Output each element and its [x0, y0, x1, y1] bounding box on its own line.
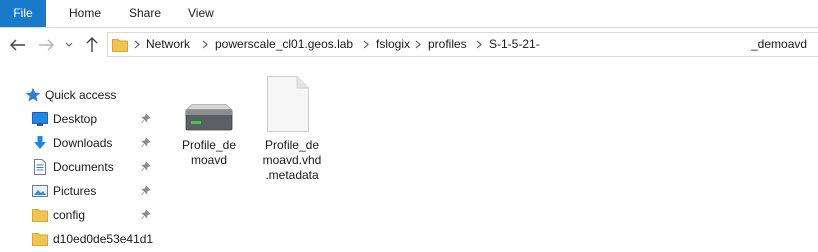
nav-item-documents[interactable]: Documents	[0, 155, 160, 179]
breadcrumb-fslogix[interactable]: fslogix	[376, 33, 410, 56]
chevron-right-icon	[134, 40, 140, 49]
documents-icon	[34, 159, 46, 175]
arrow-right-icon	[39, 39, 54, 51]
file-item-profile-vhd[interactable]: Profile_de moavd	[170, 76, 248, 186]
chevron-down-icon	[65, 42, 73, 47]
nav-item-label: config	[53, 208, 86, 222]
virtual-disk-icon	[184, 104, 234, 131]
folder-icon	[112, 39, 128, 52]
folder-icon	[32, 233, 48, 246]
nav-item-pictures[interactable]: Pictures	[0, 179, 160, 203]
chevron-right-icon	[202, 40, 208, 49]
ribbon-tab-bar: File Home Share View	[0, 0, 818, 28]
forward-button[interactable]	[36, 33, 56, 57]
nav-item-label: Desktop	[53, 112, 98, 126]
chevron-right-icon	[415, 40, 421, 49]
tab-view[interactable]: View	[188, 0, 214, 27]
file-name: Profile_de moavd.vhd .metadata	[262, 138, 322, 182]
address-bar[interactable]: Network powerscale_cl01.geos.lab fslogix…	[107, 32, 818, 57]
nav-item-label: Pictures	[53, 184, 97, 198]
pin-icon[interactable]	[141, 161, 151, 172]
tab-share[interactable]: Share	[129, 0, 161, 27]
up-button[interactable]	[82, 33, 102, 57]
file-name: Profile_de moavd	[181, 138, 237, 167]
tab-home[interactable]: Home	[69, 0, 101, 27]
breadcrumb-sid-suffix[interactable]: _demoavd	[751, 33, 807, 56]
chevron-right-icon	[476, 40, 482, 49]
recent-locations-button[interactable]	[62, 33, 76, 57]
breadcrumb-network[interactable]: Network	[146, 33, 190, 56]
nav-item-label: Downloads	[53, 136, 113, 150]
pin-icon[interactable]	[141, 137, 151, 148]
arrow-left-icon	[10, 39, 25, 51]
folder-icon	[32, 209, 48, 222]
blank-file-icon	[267, 76, 309, 132]
breadcrumb-profiles[interactable]: profiles	[428, 33, 467, 56]
nav-item-downloads[interactable]: Downloads	[0, 131, 160, 155]
nav-item-label: Documents	[53, 160, 114, 174]
nav-quick-access[interactable]: Quick access	[0, 83, 160, 107]
breadcrumb-sid-folder[interactable]: S-1-5-21-	[489, 33, 540, 56]
nav-item-label: d10ed0de53e41d1	[53, 232, 154, 246]
pin-icon[interactable]	[141, 113, 151, 124]
downloads-icon	[34, 136, 46, 149]
navigation-pane: Quick access Desktop Downloads Documents	[0, 65, 160, 252]
chevron-right-icon	[363, 40, 369, 49]
pin-icon[interactable]	[141, 209, 151, 220]
star-icon	[25, 87, 41, 102]
nav-item-desktop[interactable]: Desktop	[0, 107, 160, 131]
address-row: Network powerscale_cl01.geos.lab fslogix…	[0, 27, 818, 65]
nav-item-config[interactable]: config	[0, 203, 160, 227]
pictures-icon	[32, 185, 48, 197]
desktop-icon	[32, 112, 48, 126]
back-button[interactable]	[6, 33, 30, 57]
tab-file[interactable]: File	[0, 0, 46, 27]
quick-access-label: Quick access	[45, 88, 117, 102]
arrow-up-icon	[86, 37, 98, 52]
nav-item-d10ed0de53e41d1[interactable]: d10ed0de53e41d1	[0, 227, 160, 251]
breadcrumb-server[interactable]: powerscale_cl01.geos.lab	[215, 33, 353, 56]
file-item-profile-metadata[interactable]: Profile_de moavd.vhd .metadata	[253, 76, 331, 186]
pin-icon[interactable]	[141, 185, 151, 196]
